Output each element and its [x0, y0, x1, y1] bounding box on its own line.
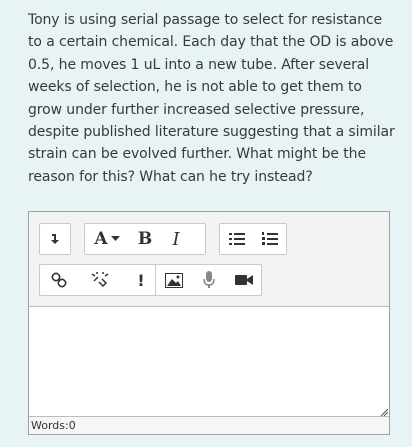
toolbar-toggle-button[interactable]: [40, 224, 70, 254]
toolbar-group-media: [155, 264, 262, 296]
resize-handle-icon[interactable]: [380, 408, 388, 416]
caret-down-icon: [110, 236, 120, 241]
link-icon: [51, 272, 67, 288]
arrow-down-icon: [51, 234, 59, 244]
ordered-list-button[interactable]: [253, 224, 286, 254]
italic-label: I: [172, 228, 180, 250]
question-text: Tony is using serial passage to select f…: [28, 12, 395, 185]
unlink-icon: [91, 272, 109, 288]
video-camera-icon: [234, 275, 253, 285]
record-video-button[interactable]: [226, 265, 261, 295]
toolbar-group-lists: [219, 223, 287, 255]
toolbar-group-format: A B I: [84, 223, 206, 255]
answer-text-area[interactable]: [29, 307, 389, 417]
link-button[interactable]: [40, 265, 78, 295]
toolbar-group-links: !: [39, 264, 173, 296]
rich-text-editor: A B I ! Words:0: [28, 211, 390, 435]
font-style-dropdown[interactable]: A: [85, 224, 129, 254]
bold-label: B: [137, 229, 153, 249]
unordered-list-button[interactable]: [220, 224, 253, 254]
insert-image-button[interactable]: [156, 265, 191, 295]
italic-button[interactable]: I: [161, 224, 191, 254]
microphone-icon: [202, 271, 215, 288]
font-style-label: A: [94, 229, 108, 249]
word-count: Words:0: [29, 416, 389, 434]
special-char-label: !: [137, 270, 145, 290]
bold-button[interactable]: B: [129, 224, 161, 254]
record-audio-button[interactable]: [191, 265, 226, 295]
unlink-button[interactable]: [78, 265, 122, 295]
editor-toolbar: A B I !: [29, 212, 389, 307]
toolbar-group-toggle: [39, 223, 71, 255]
image-icon: [164, 272, 183, 288]
bullet-list-icon: [228, 233, 245, 245]
numbered-list-icon: [261, 232, 278, 245]
